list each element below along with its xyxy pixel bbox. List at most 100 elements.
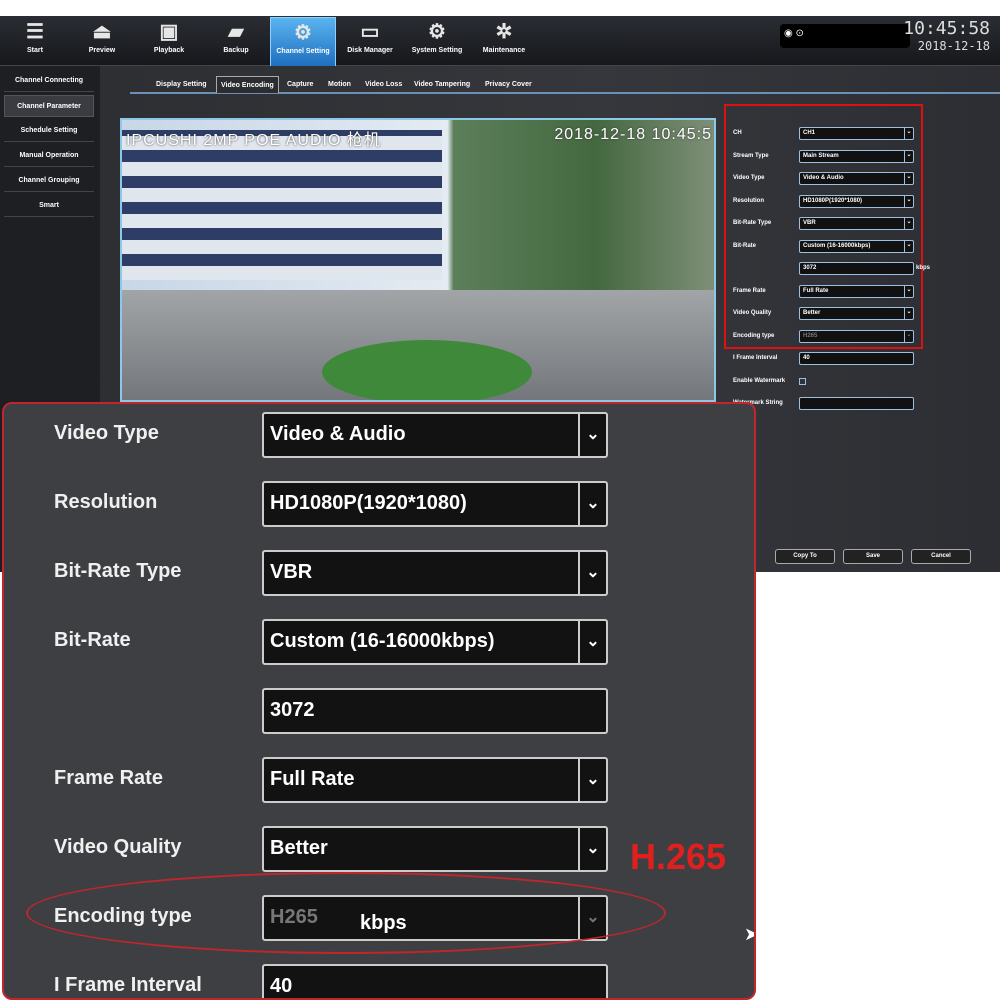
zoom-dropdown[interactable]: VBR ⌄ <box>262 550 608 596</box>
h265-annotation: H.265 <box>630 836 727 877</box>
copy-to-button[interactable]: Copy To <box>775 549 835 564</box>
chevron-down-icon: ⌄ <box>904 240 913 252</box>
dropdown[interactable]: Custom (16-16000kbps) ⌄ <box>799 239 914 253</box>
nav-start[interactable]: ☰ Start <box>2 17 68 67</box>
nav-disk-manager[interactable]: ▭ Disk Manager <box>337 17 403 67</box>
nav-system-setting[interactable]: ⚙ System Setting <box>404 17 470 67</box>
clock: 10:45:58 2018-12-18 <box>903 18 990 53</box>
zoom-field-label: Resolution <box>54 491 158 513</box>
tab[interactable]: Display Setting <box>152 76 211 93</box>
clock-date: 2018-12-18 <box>917 39 990 53</box>
chevron-down-icon: ⌄ <box>578 414 606 456</box>
chevron-down-icon: ⌄ <box>904 285 913 297</box>
text-input[interactable]: 3072 <box>799 262 914 275</box>
nav-label: Backup <box>223 47 249 54</box>
film-icon: ▣ <box>159 21 179 43</box>
tab[interactable]: Video Loss <box>361 76 406 93</box>
sidebar-item[interactable]: Channel Grouping <box>4 170 94 192</box>
nav-label: Maintenance <box>482 47 526 54</box>
dropdown[interactable]: CH1 ⌄ <box>799 127 914 140</box>
status-indicator: ◉ ⊙ <box>780 24 910 48</box>
zoom-field-value: Better <box>270 837 328 859</box>
chevron-down-icon: ⌄ <box>904 218 913 229</box>
zoom-dropdown[interactable]: Better ⌄ <box>262 826 608 872</box>
dropdown[interactable]: HD1080P(1920*1080) ⌄ <box>799 194 914 208</box>
nav-preview[interactable]: ⏏ Preview <box>69 17 135 67</box>
tab[interactable]: Capture <box>283 76 317 93</box>
zoom-field-label: Bit-Rate <box>54 629 131 651</box>
nav-maintenance[interactable]: ✲ Maintenance <box>471 17 537 67</box>
watermark-checkbox[interactable] <box>799 377 806 385</box>
field-value: H265 <box>803 332 818 339</box>
nav-playback[interactable]: ▣ Playback <box>136 17 202 67</box>
chevron-down-icon: ⌄ <box>904 150 913 162</box>
field-label: Bit-Rate <box>733 242 757 249</box>
sidebar-item[interactable]: Channel Parameter <box>4 95 94 117</box>
unit-label: kbps <box>916 265 931 271</box>
save-button[interactable]: Save <box>843 549 903 564</box>
tab[interactable]: Motion <box>324 76 355 93</box>
sidebar-item[interactable]: Schedule Setting <box>4 120 94 142</box>
chevron-down-icon: ⌄ <box>904 195 913 207</box>
zoom-text-input[interactable]: 40 <box>262 964 608 998</box>
zoom-field-value: VBR <box>270 561 313 583</box>
nav-label: Start <box>27 47 43 54</box>
fountain-garden <box>322 340 532 400</box>
zoom-field-value: 3072 <box>270 699 315 721</box>
zoom-dropdown[interactable]: HD1080P(1920*1080) ⌄ <box>262 481 608 527</box>
nav-label: Channel Setting <box>276 48 330 55</box>
zoom-dropdown[interactable]: Video & Audio ⌄ <box>262 412 608 458</box>
zoom-field-value: Video & Audio <box>270 423 406 445</box>
field-label: Resolution <box>733 197 764 204</box>
nav-label: Disk Manager <box>347 47 393 54</box>
field-label: Enable Watermark <box>733 377 786 384</box>
sidebar-item[interactable]: Channel Connecting <box>4 70 94 92</box>
dropdown[interactable]: Main Stream ⌄ <box>799 149 914 163</box>
field-value: Better <box>803 310 821 316</box>
dropdown[interactable]: H265 ⌄ <box>799 329 914 343</box>
nav-backup[interactable]: ▰ Backup <box>203 17 269 67</box>
list-icon: ☰ <box>26 21 44 43</box>
tab[interactable]: Video Tampering <box>410 76 474 93</box>
field-value: Custom (16-16000kbps) <box>803 242 871 249</box>
channel-gear-icon: ⚙ <box>294 22 312 44</box>
field-label: I Frame Interval <box>733 355 778 361</box>
zoomed-callout: Video Type Video & Audio ⌄ Resolution HD1080… <box>2 402 756 1000</box>
osd-camera-name: IPCUSHI 2MP POE AUDIO 枪机 <box>126 132 381 149</box>
text-input[interactable] <box>799 397 914 410</box>
dropdown[interactable]: Full Rate ⌄ <box>799 284 914 298</box>
cursor-icon: ➤ <box>744 924 754 945</box>
field-value: CH1 <box>803 130 816 136</box>
zoom-field-value: Custom (16-16000kbps) <box>270 630 495 652</box>
zoom-text-input[interactable]: 3072 <box>262 688 608 734</box>
text-input[interactable]: 40 <box>799 352 914 365</box>
field-value: VBR <box>803 220 816 226</box>
zoom-dropdown[interactable]: Full Rate ⌄ <box>262 757 608 803</box>
cancel-button[interactable]: Cancel <box>911 549 971 564</box>
field-label: Bit-Rate Type <box>733 220 772 226</box>
sidebar-item[interactable]: Smart <box>4 195 94 217</box>
dropdown[interactable]: Better ⌄ <box>799 307 914 320</box>
nav-channel-setting[interactable]: ⚙ Channel Setting <box>270 17 336 67</box>
nav-label: System Setting <box>411 47 463 54</box>
field-label: Video Quality <box>733 310 772 316</box>
chevron-down-icon: ⌄ <box>578 828 606 870</box>
sidebar-item[interactable]: Manual Operation <box>4 145 94 167</box>
chevron-down-icon: ⌄ <box>904 308 913 319</box>
zoom-field-label: Video Quality <box>54 836 182 858</box>
tab[interactable]: Video Encoding <box>216 76 279 93</box>
chevron-down-icon: ⌄ <box>578 759 606 801</box>
camera-icon: ⏏ <box>92 21 112 43</box>
field-value: 40 <box>803 355 810 361</box>
dropdown[interactable]: Video & Audio ⌄ <box>799 172 914 185</box>
osd-timestamp: 2018-12-18 10:45:5 <box>554 126 712 143</box>
zoom-field-value: Full Rate <box>270 768 355 790</box>
zoom-dropdown[interactable]: Custom (16-16000kbps) ⌄ <box>262 619 608 665</box>
dropdown[interactable]: VBR ⌄ <box>799 217 914 230</box>
chevron-down-icon: ⌄ <box>578 621 606 663</box>
tab[interactable]: Privacy Cover <box>481 76 536 93</box>
disk-icon: ▭ <box>360 21 380 43</box>
clock-time: 10:45:58 <box>903 18 990 39</box>
chevron-down-icon: ⌄ <box>578 552 606 594</box>
chevron-down-icon: ⌄ <box>904 128 913 139</box>
